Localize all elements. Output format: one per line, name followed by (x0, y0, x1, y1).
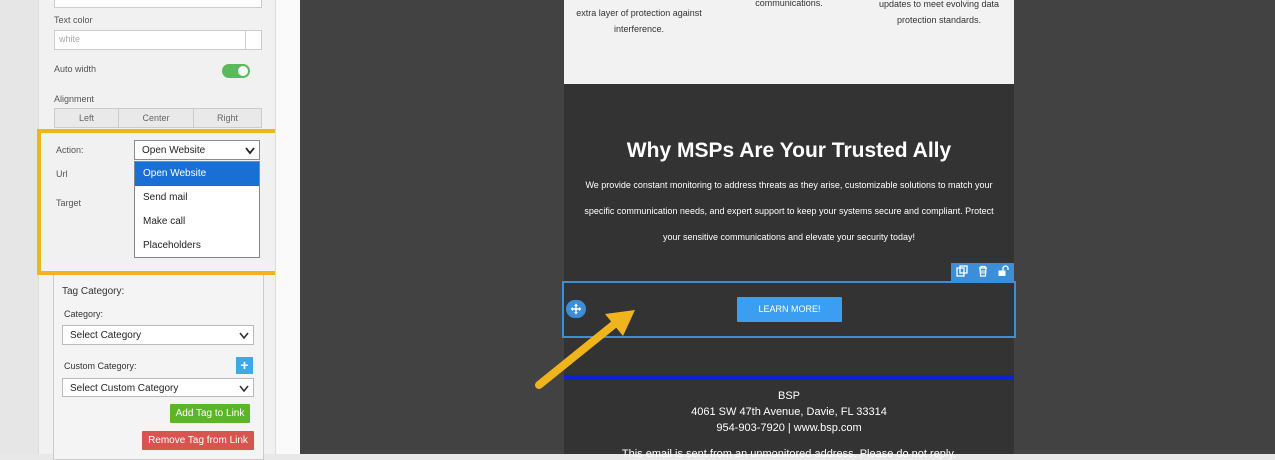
auto-width-toggle[interactable] (222, 64, 250, 78)
action-label: Action: (56, 145, 84, 155)
toggle-knob (238, 66, 248, 76)
option-placeholders[interactable]: Placeholders (135, 234, 259, 258)
url-label: Url (56, 169, 68, 179)
unlock-icon[interactable] (996, 265, 1010, 279)
footer-address: 4061 SW 47th Avenue, Davie, FL 33314 (691, 406, 887, 418)
auto-width-label: Auto width (54, 64, 97, 74)
alignment-label: Alignment (54, 94, 95, 104)
plus-icon[interactable]: + (236, 357, 253, 374)
text-color-label: Text color (54, 15, 93, 25)
email-feature-row: extra layer of protection against interf… (564, 0, 1014, 84)
text-color-field[interactable]: white (54, 30, 262, 50)
panel-scrollbar[interactable] (275, 0, 301, 454)
color-swatch[interactable] (245, 30, 263, 50)
text-color-value: white (59, 34, 81, 44)
option-open-website[interactable]: Open Website (135, 162, 259, 186)
trash-icon[interactable] (976, 265, 990, 279)
tag-category-label: Tag Category: (62, 286, 125, 297)
feature-3-line-2: protection standards. (896, 15, 982, 25)
section-body-line-2: specific communication needs, and expert… (584, 206, 994, 216)
category-label: Category: (64, 309, 104, 319)
feature-1-line-1: extra layer of protection against (576, 8, 702, 18)
option-make-call[interactable]: Make call (135, 210, 259, 234)
copy-icon[interactable] (955, 265, 969, 279)
footer-note: This email is sent from an unmonitored a… (621, 448, 957, 460)
align-center-button[interactable]: Center (118, 108, 194, 128)
section-body-line-1: We provide constant monitoring to addres… (585, 180, 993, 190)
feature-text-2: communications. (714, 0, 864, 11)
feature-text-1: extra layer of protection against interf… (564, 5, 714, 37)
custom-category-label: Custom Category: (64, 361, 137, 371)
chevron-down-icon (245, 147, 255, 155)
category-select-value: Select Category (70, 330, 142, 341)
left-gutter (0, 0, 38, 454)
align-right-button[interactable]: Right (193, 108, 262, 128)
align-left-button[interactable]: Left (54, 108, 119, 128)
target-label: Target (56, 198, 82, 208)
custom-category-select[interactable]: Select Custom Category (62, 378, 254, 397)
section-body-line-3: your sensitive communications and elevat… (662, 232, 916, 242)
block-toolbar (951, 263, 1014, 281)
learn-more-button[interactable]: LEARN MORE! (737, 297, 842, 322)
feature-2-line-1: communications. (755, 0, 823, 8)
clipped-input[interactable] (54, 0, 262, 8)
footer-contact: 954-903-7920 | www.bsp.com (716, 422, 862, 434)
chevron-down-icon (239, 385, 249, 393)
remove-tag-button[interactable]: Remove Tag from Link (142, 431, 254, 450)
arrow-annotation (535, 310, 635, 389)
feature-3-line-1: updates to meet evolving data (878, 0, 1000, 9)
feature-1-line-2: interference. (613, 24, 665, 34)
feature-text-3: updates to meet evolving data protection… (864, 0, 1014, 28)
action-select[interactable]: Open Website (134, 140, 260, 160)
add-tag-button[interactable]: Add Tag to Link (170, 404, 250, 423)
option-send-mail[interactable]: Send mail (135, 186, 259, 210)
custom-category-value: Select Custom Category (70, 383, 179, 394)
chevron-down-icon (239, 332, 249, 340)
category-select[interactable]: Select Category (62, 325, 254, 345)
action-select-value: Open Website (142, 145, 206, 156)
action-dropdown: Open Website Send mail Make call Placeho… (134, 161, 260, 258)
section-heading: Why MSPs Are Your Trusted Ally (626, 139, 952, 162)
